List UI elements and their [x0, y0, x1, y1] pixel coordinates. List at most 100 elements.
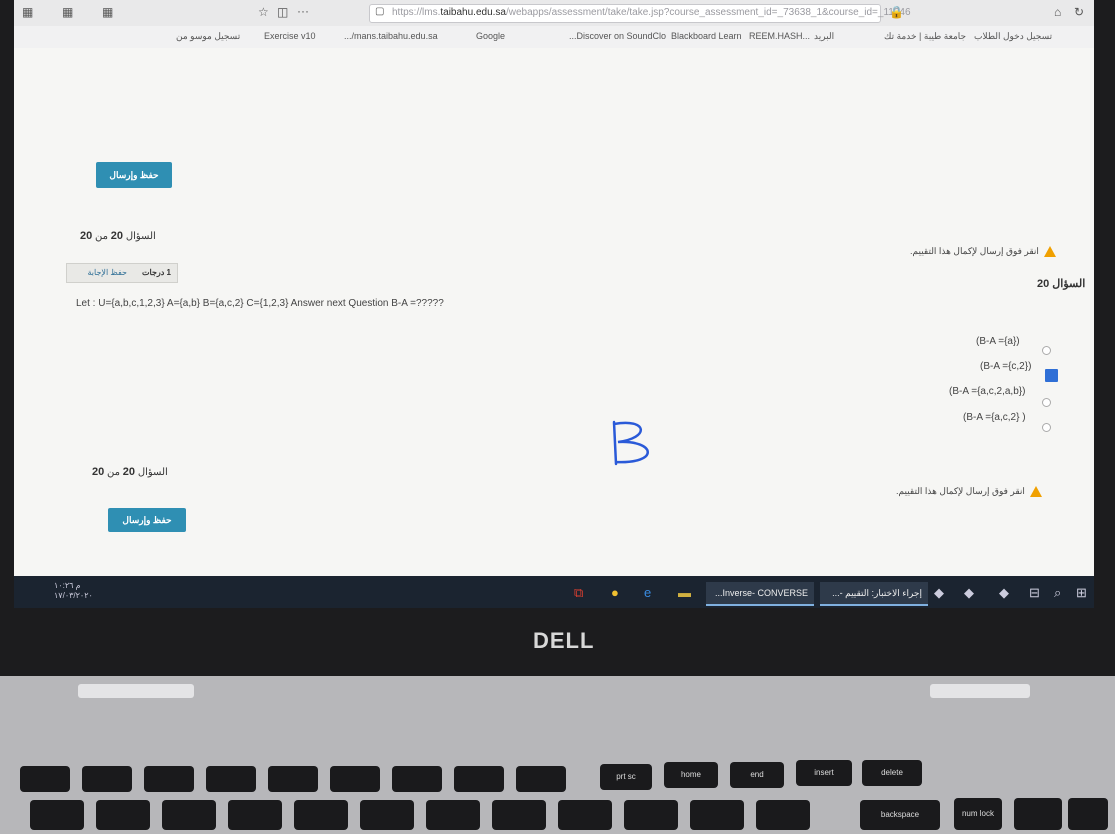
- key-end: end: [730, 762, 784, 788]
- key-delete: delete: [862, 760, 922, 786]
- key: [492, 800, 546, 830]
- pdf-icon[interactable]: ⧉: [574, 585, 583, 601]
- bookmark-item[interactable]: Discover on SoundClo...: [569, 31, 666, 41]
- key: [144, 766, 194, 792]
- key-backspace: backspace: [860, 800, 940, 830]
- hinge-right: [930, 684, 1030, 698]
- key: [330, 766, 380, 792]
- counter-of: من: [95, 231, 108, 242]
- url-text: https://lms.taibahu.edu.sa/webapps/asses…: [392, 7, 911, 18]
- taskbar: م ١٠:٢٦ ١٧/٠٣/٢٠٢٠ ⧉ ● e ▬ Inverse- CONV…: [14, 576, 1094, 608]
- edge-icon[interactable]: e: [644, 585, 651, 600]
- question-counter-bottom: السؤال 20 من 20: [92, 466, 168, 478]
- key: [426, 800, 480, 830]
- question-counter-top: السؤال 20 من 20: [80, 230, 156, 242]
- key: [268, 766, 318, 792]
- key: [30, 800, 84, 830]
- option-radio[interactable]: [1042, 398, 1051, 407]
- tab-icon[interactable]: ▦: [102, 5, 113, 19]
- taskbar-window-exam[interactable]: إجراء الاختبار: التقييم -...: [820, 582, 928, 606]
- tab-icon[interactable]: ▦: [22, 5, 33, 19]
- counter-total: 20: [92, 466, 105, 478]
- windows-start-icon[interactable]: ⊞: [1076, 585, 1087, 601]
- counter-label: السؤال: [137, 467, 168, 478]
- dell-logo: DELL: [533, 628, 595, 653]
- bookmark-item[interactable]: البريد: [814, 31, 834, 42]
- key: [294, 800, 348, 830]
- bookmarks-bar: تسجيل دخول الطلاب جامعة طيبة | خدمة تك ا…: [14, 26, 1094, 49]
- save-submit-button-top[interactable]: حفظ وإرسال: [96, 162, 172, 188]
- pocket-icon[interactable]: ◫: [277, 5, 288, 19]
- bookmark-item[interactable]: Blackboard Learn: [671, 31, 742, 41]
- browser-toolbar: ▦ ▦ ▦ ☆ ◫ ··· ▢ https://lms.taibahu.edu.…: [14, 0, 1094, 27]
- key: [206, 766, 256, 792]
- key: [1014, 798, 1062, 830]
- taskbar-window-converse[interactable]: Inverse- CONVERSE...: [706, 582, 814, 606]
- counter-current: 20: [110, 230, 124, 242]
- option-label: (B-A ={c,2}): [980, 361, 1032, 372]
- folder-icon[interactable]: ▬: [678, 585, 691, 600]
- app-icon[interactable]: ◆: [999, 585, 1009, 601]
- page-info-icon[interactable]: ▢: [375, 6, 384, 17]
- counter-of: من: [107, 467, 120, 478]
- key: [392, 766, 442, 792]
- key: [624, 800, 678, 830]
- bookmark-item[interactable]: جامعة طيبة | خدمة تك: [884, 31, 966, 42]
- key: [360, 800, 414, 830]
- warning-text: انقر فوق إرسال لإكمال هذا التقييم.: [896, 486, 1025, 496]
- taskbar-clock[interactable]: م ١٠:٢٦ ١٧/٠٣/٢٠٢٠: [54, 581, 93, 601]
- chrome-icon[interactable]: ●: [611, 585, 619, 600]
- star-icon[interactable]: ☆: [258, 5, 269, 19]
- option-radio-selected[interactable]: [1045, 369, 1058, 382]
- bookmark-item[interactable]: ...REEM.HASH: [749, 31, 810, 41]
- screen: ▦ ▦ ▦ ☆ ◫ ··· ▢ https://lms.taibahu.edu.…: [14, 0, 1094, 608]
- url-bar[interactable]: ▢ https://lms.taibahu.edu.sa/webapps/ass…: [369, 4, 911, 23]
- home-icon[interactable]: ⌂: [1054, 5, 1061, 19]
- option-radio[interactable]: [1042, 423, 1051, 432]
- url-prefix: https://lms.: [392, 7, 441, 18]
- key: [20, 766, 70, 792]
- key: [516, 766, 566, 792]
- save-submit-button-bottom[interactable]: حفظ وإرسال: [108, 508, 186, 532]
- laptop-lid: ▦ ▦ ▦ ☆ ◫ ··· ▢ https://lms.taibahu.edu.…: [0, 0, 1115, 676]
- save-answer-link[interactable]: حفظ الإجابة: [88, 268, 128, 277]
- bookmark-item[interactable]: تسجيل دخول الطلاب: [974, 31, 1052, 42]
- key: [1068, 798, 1108, 830]
- key-insert: insert: [796, 760, 852, 786]
- key: [96, 800, 150, 830]
- bookmark-item[interactable]: Google: [476, 31, 505, 41]
- task-view-icon[interactable]: ⊟: [1029, 585, 1040, 601]
- submit-warning-top: انقر فوق إرسال لإكمال هذا التقييم.: [910, 246, 1057, 258]
- key: [690, 800, 744, 830]
- app-icon[interactable]: ◆: [964, 585, 974, 601]
- warning-icon: [1044, 246, 1057, 258]
- question-title: السؤال 20: [1037, 278, 1086, 290]
- refresh-icon[interactable]: ↻: [1074, 5, 1084, 19]
- app-icon[interactable]: ◆: [934, 585, 944, 601]
- more-icon[interactable]: ···: [297, 4, 309, 18]
- key: [756, 800, 810, 830]
- window-title: Inverse- CONVERSE...: [714, 588, 808, 598]
- option-label: (B-A ={a,c,2} ): [963, 412, 1026, 423]
- window-title: إجراء الاختبار: التقييم -...: [832, 588, 922, 598]
- bookmark-item[interactable]: mans.taibahu.edu.sa/...: [344, 31, 438, 41]
- tab-icon[interactable]: ▦: [62, 5, 73, 19]
- warning-icon: [1030, 486, 1043, 498]
- key-numlock: num lock: [954, 798, 1002, 830]
- counter-label: السؤال: [125, 231, 156, 242]
- question-text: Let : U={a,b,c,1,2,3} A={a,b} B={a,c,2} …: [76, 298, 444, 309]
- warning-text: انقر فوق إرسال لإكمال هذا التقييم.: [910, 246, 1039, 256]
- option-label: (B-A ={a,c,2,a,b}): [949, 386, 1026, 397]
- counter-current: 20: [122, 466, 136, 478]
- key: [454, 766, 504, 792]
- option-radio[interactable]: [1042, 346, 1051, 355]
- url-path: /webapps/assessment/take/take.jsp?course…: [505, 7, 911, 18]
- search-icon[interactable]: ⌕: [1054, 585, 1061, 601]
- url-host: taibahu.edu.sa: [440, 7, 506, 18]
- question-badge: 1 درجات حفظ الإجابة: [66, 263, 178, 283]
- points-label: 1 درجات: [141, 268, 171, 277]
- bookmark-item[interactable]: Exercise v10: [264, 31, 316, 41]
- counter-total: 20: [80, 230, 93, 242]
- key: [228, 800, 282, 830]
- bookmark-item[interactable]: تسجيل موسو من: [176, 31, 240, 42]
